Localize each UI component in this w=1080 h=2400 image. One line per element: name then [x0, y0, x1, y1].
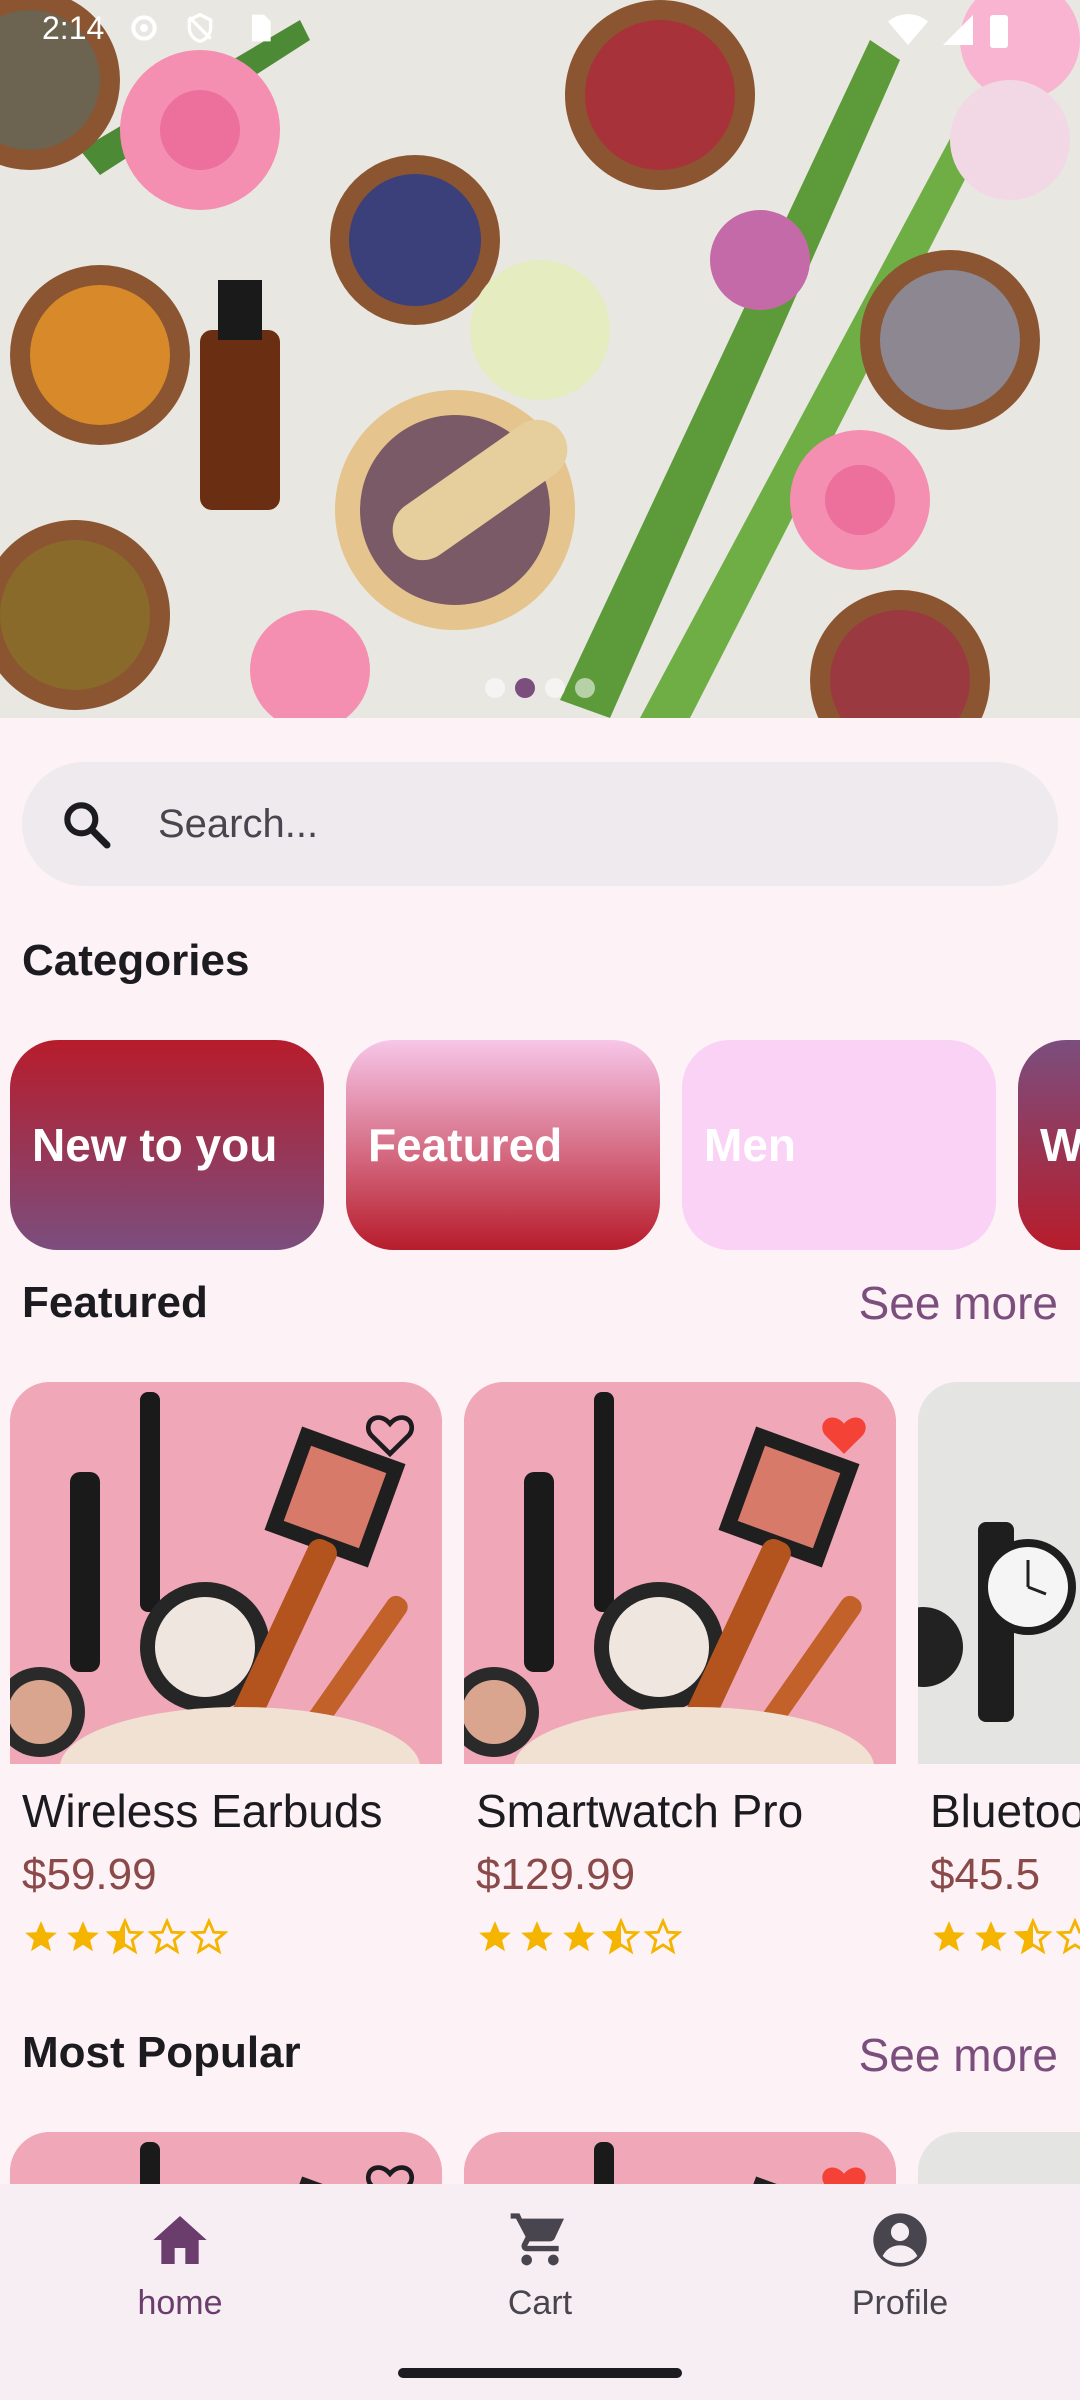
hero-banner[interactable] [0, 0, 1080, 718]
categories-list: New to you Featured Men Women [0, 1040, 1080, 1250]
nav-profile[interactable]: Profile [800, 2208, 1000, 2323]
favorite-border-icon[interactable] [362, 2156, 418, 2184]
category-new-to-you[interactable]: New to you [10, 1040, 324, 1250]
most-popular-see-more-link[interactable]: See more [859, 2028, 1058, 2082]
category-label: Women [1040, 1119, 1080, 1171]
search-bar[interactable] [22, 762, 1058, 886]
most-popular-product-list [0, 2132, 1080, 2184]
star-icon [67, 1921, 99, 1952]
category-women[interactable]: Women [1018, 1040, 1080, 1250]
category-label: New to you [32, 1119, 278, 1171]
product-image [10, 2132, 442, 2184]
wifi-icon [888, 14, 928, 45]
star-icon [25, 1921, 57, 1952]
shield-icon [187, 12, 213, 44]
settings-icon [131, 15, 157, 41]
nav-label: home [137, 2284, 223, 2322]
star-half-icon [106, 1918, 144, 1955]
product-name: Bluetooth Speaker [930, 1785, 1080, 1837]
star-outline-icon [148, 1918, 186, 1955]
product-name: Smartwatch Pro [476, 1785, 804, 1837]
product-price: $129.99 [476, 1850, 636, 1899]
star-icon [933, 1921, 965, 1952]
featured-see-more-link[interactable]: See more [859, 1276, 1058, 1330]
sim-card-icon [252, 14, 271, 42]
product-price: $45.5 [930, 1850, 1041, 1899]
product-rating [930, 1918, 1080, 1956]
gesture-home-indicator[interactable] [398, 2368, 682, 2378]
nav-label: Cart [507, 2284, 573, 2322]
favorite-border-icon[interactable] [362, 1406, 418, 1462]
carousel-indicator [0, 678, 1080, 698]
star-half-icon [602, 1918, 640, 1955]
product-image [918, 1382, 1080, 1764]
product-card[interactable]: Wireless Earbuds $59.99 [10, 1382, 442, 1955]
featured-title: Featured [22, 1278, 208, 1327]
nav-home[interactable]: home [80, 2208, 280, 2323]
featured-product-list: Wireless Earbuds $59.99 Smartwatch Pro $… [0, 1382, 1080, 1982]
product-price: $59.99 [22, 1850, 157, 1899]
star-icon [563, 1921, 595, 1952]
product-card[interactable] [918, 2132, 1080, 2184]
signal-icon [943, 15, 973, 45]
nav-label: Profile [851, 2284, 949, 2322]
battery-icon [990, 15, 1008, 48]
product-card[interactable] [10, 2132, 442, 2184]
product-rating [476, 1918, 682, 1956]
product-image [918, 2132, 1080, 2184]
profile-icon [873, 2213, 927, 2267]
star-outline-icon [1056, 1918, 1080, 1955]
status-time: 2:14 [42, 10, 105, 46]
carousel-dot[interactable] [545, 678, 565, 698]
product-rating [22, 1918, 228, 1956]
status-bar: 2:14 [0, 0, 1080, 60]
star-outline-icon [190, 1918, 228, 1955]
product-card[interactable]: Bluetooth Speaker $45.5 [918, 1382, 1080, 1955]
product-card[interactable]: Smartwatch Pro $129.99 [464, 1382, 896, 1955]
product-image [464, 1382, 896, 1764]
category-men[interactable]: Men [682, 1040, 996, 1250]
star-outline-icon [644, 1918, 682, 1955]
favorite-filled-icon[interactable] [816, 1406, 872, 1462]
hero-image [0, 0, 1080, 718]
search-icon[interactable] [58, 796, 114, 852]
search-input[interactable] [158, 792, 1018, 856]
carousel-dot[interactable] [575, 678, 595, 698]
category-label: Men [704, 1119, 796, 1171]
product-card[interactable] [464, 2132, 896, 2184]
product-image [464, 2132, 896, 2184]
home-icon [153, 2216, 207, 2264]
product-image [10, 1382, 442, 1764]
star-icon [521, 1921, 553, 1952]
carousel-dot[interactable] [485, 678, 505, 698]
product-name: Wireless Earbuds [22, 1785, 383, 1837]
star-icon [975, 1921, 1007, 1952]
category-label: Featured [368, 1119, 563, 1171]
nav-cart[interactable]: Cart [440, 2208, 640, 2323]
cart-icon [510, 2213, 564, 2266]
categories-title: Categories [22, 936, 250, 985]
category-featured[interactable]: Featured [346, 1040, 660, 1250]
watch-image [918, 1382, 1080, 1764]
favorite-filled-icon[interactable] [816, 2156, 872, 2184]
star-half-icon [1014, 1918, 1052, 1955]
star-icon [479, 1921, 511, 1952]
most-popular-title: Most Popular [22, 2028, 301, 2077]
carousel-dot-active[interactable] [515, 678, 535, 698]
